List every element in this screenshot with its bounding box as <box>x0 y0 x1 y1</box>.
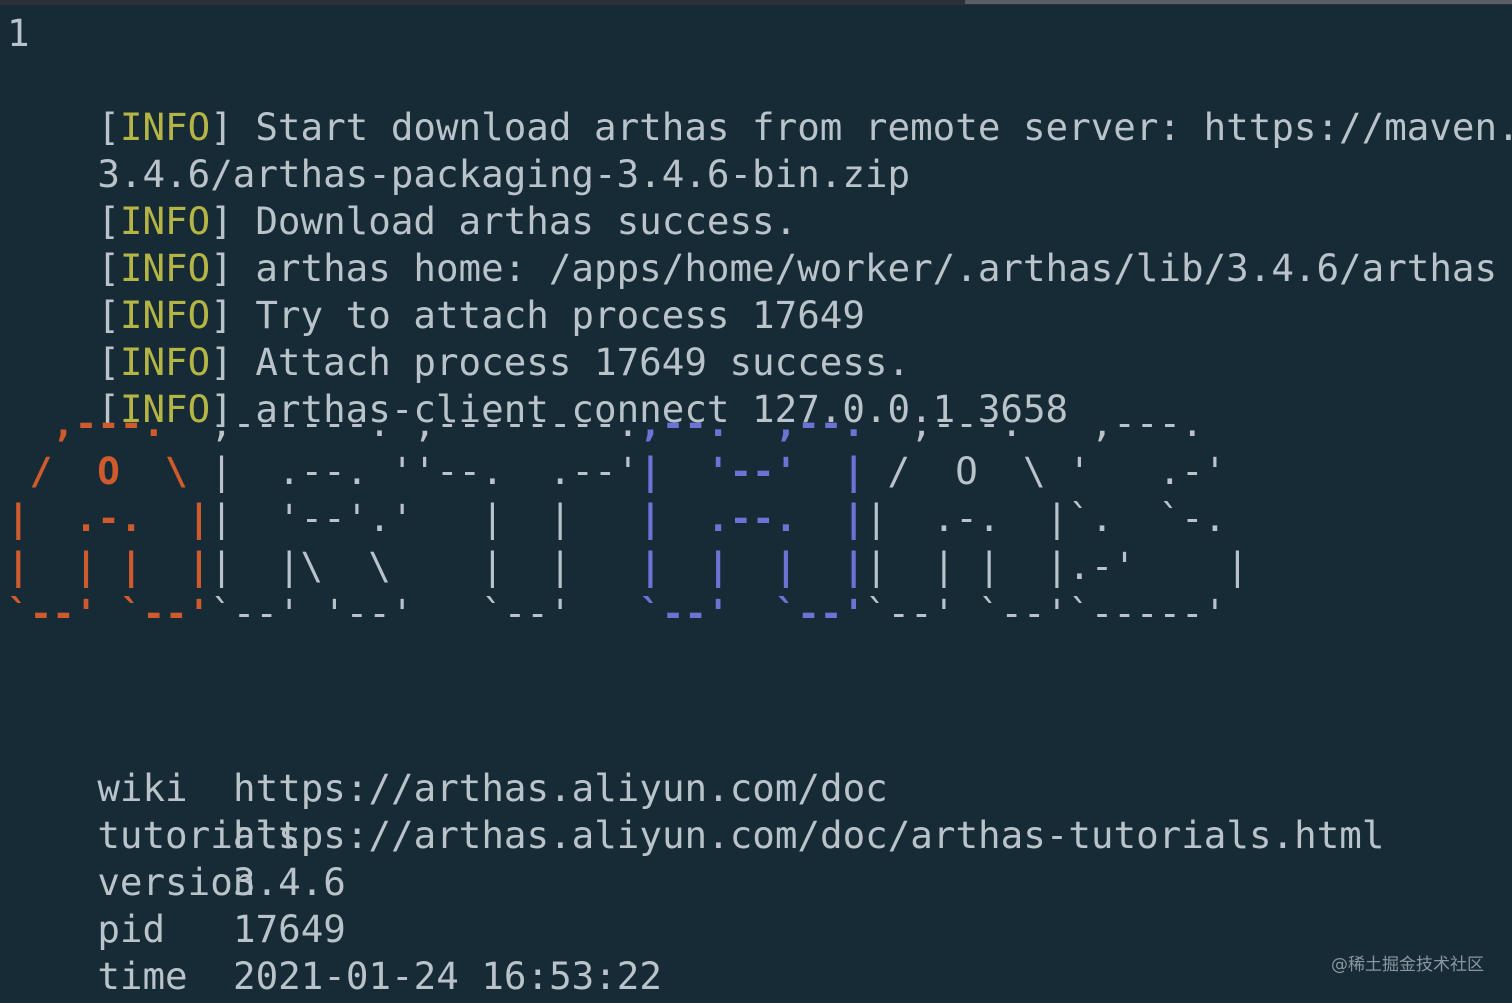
banner-segment: `--' `--' <box>639 591 865 635</box>
log-line: [INFO] Start download arthas from remote… <box>97 105 1512 149</box>
banner-row: ,---. ,------. ,--------.,--. ,--. ,---.… <box>7 400 1249 448</box>
info-value: 3.4.6 <box>233 860 346 904</box>
banner-segment: | | | |.-' | <box>864 543 1249 588</box>
info-row-wiki: wiki https://arthas.aliyun.com/doc <box>7 718 887 810</box>
banner-segment: ,--. ,--. <box>639 401 865 445</box>
log-line: [INFO] arthas-client connect 127.0.0.1 3… <box>97 387 1069 431</box>
banner-row: `--' `--'`--' '--' `--' `--' `--'`--' `-… <box>7 590 1249 638</box>
banner-segment: ,------. ,--------. <box>210 401 640 445</box>
log-line-continued: 3.4.6/arthas-packaging-3.4.6-bin.zip <box>97 152 911 196</box>
info-row-version: version 3.4.6 <box>7 812 346 904</box>
banner-segment: | '--'.' | | <box>210 496 640 540</box>
banner-segment: | |\ \ | | <box>210 543 640 588</box>
info-value: 17649 <box>233 907 346 951</box>
watermark: @稀土掘金技术社区 <box>1331 955 1484 975</box>
info-label: time <box>97 954 188 995</box>
info-row-tutorials: tutorials https://arthas.aliyun.com/doc/a… <box>7 765 1384 857</box>
terminal-output[interactable]: 1 [INFO] Start download arthas from remo… <box>7 10 1512 995</box>
banner-row: | .-. || '--'.' | | | .--. || .-. |`. `-… <box>7 495 1249 543</box>
info-value: https://arthas.aliyun.com/doc <box>233 766 888 810</box>
banner-segment: `--' '--' `--' <box>210 591 640 635</box>
scroll-indicator <box>965 0 1512 4</box>
banner-segment: ,---. ,---. <box>864 401 1204 445</box>
info-value: 2021-01-24 16:53:22 <box>233 954 662 995</box>
banner-segment: | | | | <box>639 543 865 588</box>
banner-segment: / O \ ' .-' <box>864 448 1227 493</box>
banner-row: | | | || |\ \ | | | | | || | | |.-' | <box>7 543 1249 591</box>
banner-segment: `--' `--' <box>7 591 211 635</box>
banner-segment: | .--. ''--. .--' <box>210 448 640 493</box>
banner-segment: | .-. |`. `-. <box>864 496 1227 540</box>
log-line: [INFO] Try to attach process 17649 <box>97 293 865 337</box>
prompt-line: 1 <box>7 11 30 55</box>
info-row-pid: pid 17649 <box>7 859 346 951</box>
banner-segment: `--' `--'`-----' <box>864 591 1227 635</box>
info-value: https://arthas.aliyun.com/doc/arthas-tut… <box>233 813 1385 857</box>
log-line: [INFO] Download arthas success. <box>97 199 798 243</box>
window-top-strip <box>0 0 1512 5</box>
banner-row: / O \ | .--. ''--. .--'| '--' | / O \ ' … <box>7 448 1249 496</box>
log-line: [INFO] arthas home: /apps/home/worker/.a… <box>97 246 1498 290</box>
banner-segment: ,---. <box>7 401 211 445</box>
info-row-time: time 2021-01-24 16:53:22 <box>7 906 662 995</box>
banner-segment: | .--. | <box>639 496 865 540</box>
log-line: [INFO] Attach process 17649 success. <box>97 340 911 384</box>
banner-segment: | | | | <box>7 543 211 588</box>
banner-segment: | .-. | <box>7 496 211 540</box>
arthas-ascii-banner: ,---. ,------. ,--------.,--. ,--. ,---.… <box>7 400 1249 638</box>
banner-segment: / O \ <box>7 448 211 493</box>
banner-segment: | '--' | <box>639 448 865 493</box>
